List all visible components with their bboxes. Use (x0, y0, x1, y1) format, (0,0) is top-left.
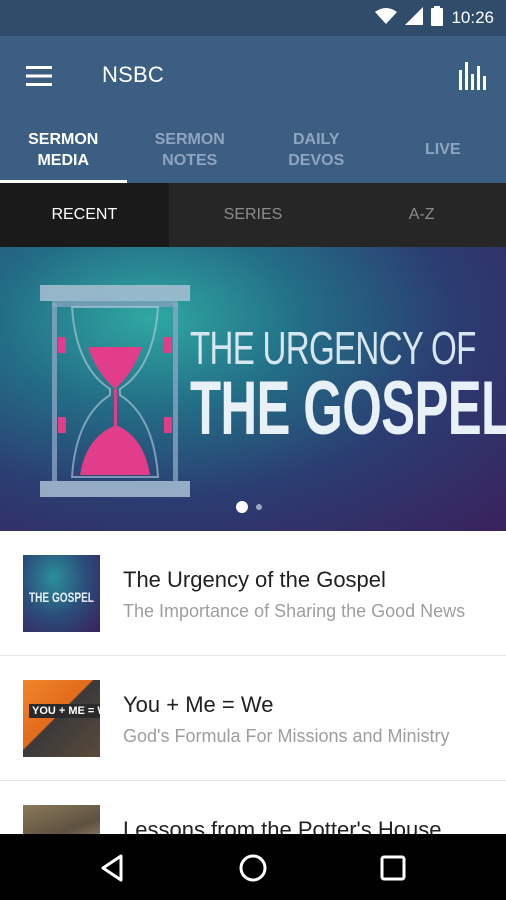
signal-icon (405, 6, 424, 30)
sermon-subtitle: God's Formula For Missions and Ministry (123, 726, 450, 746)
clock: 10:26 (451, 8, 494, 27)
subtab-a-z[interactable]: A-Z (337, 183, 506, 247)
app-title: NSBC (102, 62, 164, 87)
carousel-dot-active[interactable] (236, 501, 248, 513)
recents-square-icon (380, 855, 406, 881)
tab-sermon-notes[interactable]: SERMON NOTES (127, 116, 254, 183)
sermon-thumbnail: YOU + ME = WE (23, 680, 100, 757)
tab-sermon-media[interactable]: SERMON MEDIA (0, 116, 127, 183)
app-bar: NSBC (0, 36, 506, 116)
carousel-indicator (236, 501, 262, 513)
wifi-icon (375, 7, 398, 30)
home-circle-icon (239, 854, 267, 882)
subtab-series[interactable]: SERIES (169, 183, 338, 247)
recents-button[interactable] (377, 852, 409, 884)
tab-live[interactable]: LIVE (380, 116, 506, 183)
subtab-recent[interactable]: RECENT (0, 183, 169, 247)
sermon-title: You + Me = We (123, 692, 274, 717)
banner-title-main: THE GOSPEL (190, 366, 506, 451)
sermon-list: THE GOSPEL The Urgency of the Gospel The… (0, 531, 506, 834)
back-button[interactable] (97, 852, 129, 884)
list-item[interactable]: YOU + ME = WE You + Me = We God's Formul… (0, 656, 506, 781)
equalizer-icon (459, 62, 486, 90)
list-item[interactable]: Lessons from the Potter's House (0, 781, 506, 834)
tab-daily-devos[interactable]: DAILY DEVOS (253, 116, 380, 183)
back-triangle-icon (101, 854, 123, 882)
status-bar: 10:26 (0, 0, 506, 36)
featured-banner[interactable]: THE URGENCY OF THE GOSPEL (0, 247, 506, 531)
carousel-dot[interactable] (256, 504, 262, 510)
sermon-subtitle: The Importance of Sharing the Good News (123, 601, 466, 621)
sermon-title: The Urgency of the Gospel (123, 567, 386, 592)
thumbnail-text: THE GOSPEL (29, 589, 94, 605)
sermon-title: Lessons from the Potter's House (123, 817, 442, 834)
menu-button[interactable] (24, 64, 54, 88)
home-button[interactable] (237, 852, 269, 884)
main-tabs: SERMON MEDIA SERMON NOTES DAILY DEVOS LI… (0, 116, 506, 183)
hamburger-icon (26, 66, 52, 86)
battery-icon (431, 5, 444, 31)
system-nav-bar (0, 834, 506, 900)
media-player-button[interactable] (458, 60, 486, 90)
hourglass-illustration (40, 285, 190, 497)
thumbnail-text: YOU + ME = WE (29, 704, 100, 718)
sermon-thumbnail (23, 805, 100, 834)
sub-tabs: RECENT SERIES A-Z (0, 183, 506, 247)
list-item[interactable]: THE GOSPEL The Urgency of the Gospel The… (0, 531, 506, 656)
sermon-thumbnail: THE GOSPEL (23, 555, 100, 632)
